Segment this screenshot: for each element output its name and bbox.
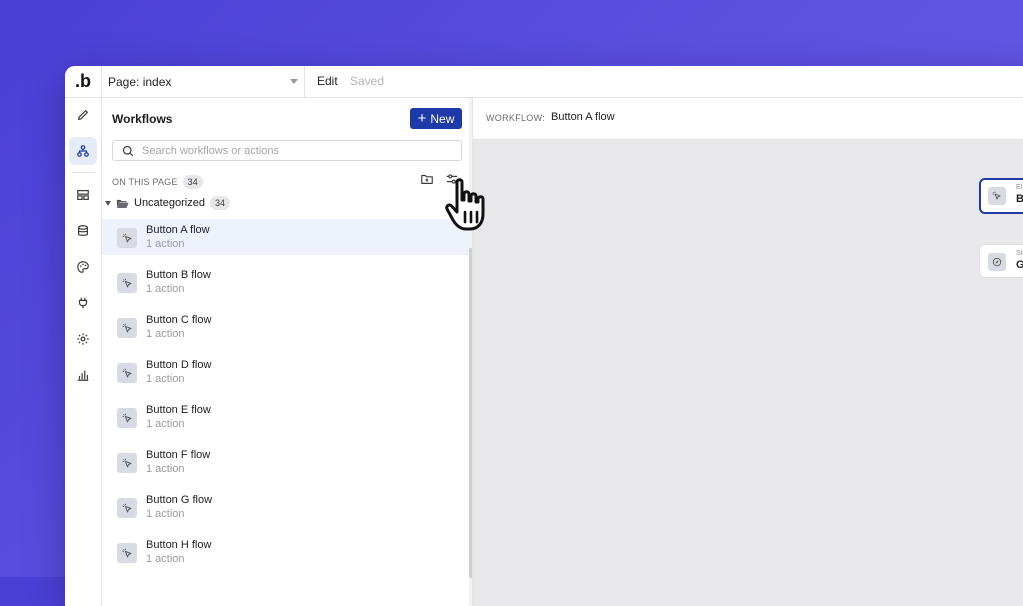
workflow-name: Button A flow (146, 224, 210, 236)
workflow-name: Button G flow (146, 494, 213, 506)
workflow-action-count: 1 action (146, 463, 185, 475)
click-trigger-icon (117, 318, 137, 338)
section-header: ON THIS PAGE 34 (112, 175, 204, 189)
rail-logs-tab[interactable] (69, 361, 97, 389)
trigger-node-type: El (1016, 184, 1023, 191)
folder-count-badge: 34 (209, 196, 230, 210)
workflow-action-count: 1 action (146, 553, 185, 565)
chevron-down-icon (290, 79, 298, 84)
compass-icon (988, 253, 1006, 271)
click-trigger-icon (117, 498, 137, 518)
folder-open-icon (116, 199, 129, 208)
rail-styles-tab[interactable] (69, 253, 97, 281)
section-count-badge: 34 (182, 175, 204, 189)
click-trigger-icon (988, 187, 1006, 205)
page-selector-label: Page: index (108, 74, 172, 89)
rail-divider (71, 172, 95, 173)
search-box[interactable] (112, 140, 462, 161)
plus-icon: + (417, 109, 427, 127)
workflow-item[interactable]: Button E flow 1 action (102, 399, 470, 435)
workflow-name: Button H flow (146, 539, 212, 551)
click-trigger-icon (117, 543, 137, 563)
section-label: ON THIS PAGE (112, 177, 178, 187)
top-bar: .b Page: index Edit Saved (65, 66, 1023, 98)
search-icon (122, 145, 134, 156)
folder-row[interactable]: Uncategorized 34 (105, 196, 230, 210)
rail-settings-tab[interactable] (69, 325, 97, 353)
left-rail (65, 98, 102, 606)
workflow-name: Button C flow (146, 314, 212, 326)
save-status: Saved (350, 74, 385, 88)
workflow-header-label: WORKFLOW: (486, 113, 546, 123)
rail-design-tab[interactable] (69, 101, 97, 129)
plug-icon (78, 297, 88, 309)
app-logo[interactable]: .b (65, 66, 101, 97)
search-input[interactable] (142, 144, 442, 157)
trigger-node-title: B (1016, 193, 1023, 205)
hand-cursor-icon (445, 178, 485, 231)
rail-layout-tab[interactable] (69, 181, 97, 209)
database-icon (78, 225, 88, 236)
workflow-item[interactable]: Button B flow 1 action (102, 264, 470, 300)
click-trigger-icon (117, 453, 137, 473)
workflow-canvas[interactable]: El B St G (473, 140, 1023, 606)
caret-down-icon (105, 200, 111, 206)
bar-chart-icon (77, 370, 89, 381)
workflows-panel: Workflows + New ON THIS PAGE 34 Uncatego… (102, 98, 473, 606)
edit-mode-label[interactable]: Edit (317, 74, 338, 88)
workflow-name: Button B flow (146, 269, 211, 281)
click-trigger-icon (117, 228, 137, 248)
scrollbar-thumb[interactable] (469, 248, 472, 578)
layout-icon (77, 190, 89, 200)
palette-icon (77, 261, 89, 273)
gear-icon (77, 333, 89, 345)
panel-title: Workflows (112, 112, 173, 126)
trigger-node[interactable]: El B (979, 178, 1023, 214)
rail-workflow-tab[interactable] (69, 137, 97, 165)
workflow-name: Button D flow (146, 359, 212, 371)
workflow-action-count: 1 action (146, 328, 185, 340)
workflow-item[interactable]: Button F flow 1 action (102, 444, 470, 480)
new-workflow-button[interactable]: + New (410, 108, 462, 129)
page-selector[interactable]: Page: index (101, 66, 305, 97)
click-trigger-icon (117, 408, 137, 428)
workflow-item[interactable]: Button G flow 1 action (102, 489, 470, 525)
rail-plugins-tab[interactable] (69, 289, 97, 317)
app-window: .b Page: index Edit Saved Workflows + Ne… (65, 66, 1023, 606)
click-trigger-icon (117, 273, 137, 293)
new-button-label: New (430, 111, 455, 126)
add-folder-icon[interactable] (420, 172, 434, 186)
rail-data-tab[interactable] (69, 217, 97, 245)
workflow-action-count: 1 action (146, 373, 185, 385)
step-node-title: G (1016, 259, 1023, 271)
step-node-type: St (1016, 250, 1023, 257)
workflow-header-name[interactable]: Button A flow (551, 111, 615, 123)
workflow-item[interactable]: Button D flow 1 action (102, 354, 470, 390)
action-step-node[interactable]: St G (979, 244, 1023, 278)
workflow-item[interactable]: Button H flow 1 action (102, 534, 470, 570)
click-trigger-icon (117, 363, 137, 383)
workflow-item[interactable]: Button A flow 1 action (102, 219, 470, 255)
workflow-name: Button F flow (146, 449, 211, 461)
workflow-action-count: 1 action (146, 283, 185, 295)
workflow-item[interactable]: Button C flow 1 action (102, 309, 470, 345)
workflow-action-count: 1 action (146, 508, 185, 520)
workflow-name: Button E flow (146, 404, 211, 416)
workflow-header: WORKFLOW: Button A flow (473, 98, 1023, 140)
workflow-icon (77, 145, 89, 157)
folder-name: Uncategorized (134, 197, 205, 209)
workflow-action-count: 1 action (146, 418, 185, 430)
pencil-icon (78, 110, 88, 120)
workflow-action-count: 1 action (146, 238, 185, 250)
